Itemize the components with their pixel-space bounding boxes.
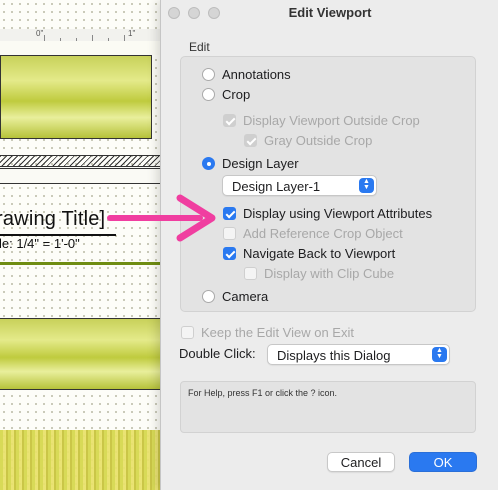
dialog-title: Edit Viewport [288,5,372,20]
annotations-option[interactable]: Annotations [202,67,291,82]
display-viewport-attributes-option[interactable]: Display using Viewport Attributes [223,206,432,221]
keep-edit-view-option: Keep the Edit View on Exit [181,325,354,340]
chevron-updown-icon: ▲ ▼ [359,178,374,193]
gray-outside-crop-checkbox [244,134,257,147]
wall-band [0,168,170,184]
display-viewport-attributes-checkbox[interactable] [223,207,236,220]
design-layer-option[interactable]: Design Layer [202,156,299,171]
crop-label: Crop [222,87,251,102]
gray-outside-crop-option: Gray Outside Crop [244,133,372,148]
drawing-scale: le: 1/4" = 1'-0" [0,236,80,251]
green-line [0,262,170,265]
add-reference-crop-checkbox [223,227,236,240]
wall-panel-top [0,55,152,139]
display-clip-cube-option: Display with Clip Cube [244,266,394,281]
camera-option[interactable]: Camera [202,289,268,304]
edit-group-label: Edit [189,40,210,54]
keep-edit-view-checkbox [181,326,194,339]
double-click-label: Double Click: [179,346,256,361]
ruler-mark-0: 0" [36,29,44,38]
add-reference-crop-label: Add Reference Crop Object [243,226,403,241]
navigate-back-option[interactable]: Navigate Back to Viewport [223,246,395,261]
annotations-radio[interactable] [202,68,215,81]
display-clip-cube-label: Display with Clip Cube [264,266,395,281]
display-clip-cube-checkbox [244,267,257,280]
ok-button[interactable]: OK [409,452,477,472]
design-layer-radio[interactable] [202,157,215,170]
double-click-select[interactable]: Displays this Dialog ▲ ▼ [267,344,450,365]
gray-outside-crop-label: Gray Outside Crop [264,133,373,148]
hatched-wall [0,155,170,167]
textured-fill [0,430,170,490]
navigate-back-label: Navigate Back to Viewport [243,246,396,261]
design-layer-label: Design Layer [222,156,299,171]
add-reference-crop-option: Add Reference Crop Object [223,226,403,241]
design-layer-select-value: Design Layer-1 [232,179,321,194]
double-click-select-value: Displays this Dialog [277,348,391,363]
crop-option[interactable]: Crop [202,87,250,102]
help-text: For Help, press F1 or click the ? icon. [188,388,338,398]
display-outside-crop-checkbox [223,114,236,127]
dialog-titlebar[interactable]: Edit Viewport [161,0,498,26]
help-box: For Help, press F1 or click the ? icon. [180,381,476,433]
canvas-band [0,41,170,55]
camera-radio[interactable] [202,290,215,303]
chevron-updown-icon: ▲ ▼ [432,347,447,362]
crop-radio[interactable] [202,88,215,101]
pointer-arrow-icon [107,194,216,242]
keep-edit-view-label: Keep the Edit View on Exit [201,325,354,340]
wall-panel-bottom [0,318,170,390]
display-outside-crop-option: Display Viewport Outside Crop [223,113,420,128]
design-layer-select[interactable]: Design Layer-1 ▲ ▼ [222,175,377,196]
double-click-row: Double Click: [179,346,256,361]
display-outside-crop-label: Display Viewport Outside Crop [243,113,420,128]
drawing-title: rawing Title] [0,208,106,230]
navigate-back-checkbox[interactable] [223,247,236,260]
annotations-label: Annotations [222,67,291,82]
cancel-button[interactable]: Cancel [327,452,395,472]
camera-label: Camera [222,289,269,304]
ruler-mark-1: 1" [128,29,136,38]
display-viewport-attributes-label: Display using Viewport Attributes [243,206,433,221]
